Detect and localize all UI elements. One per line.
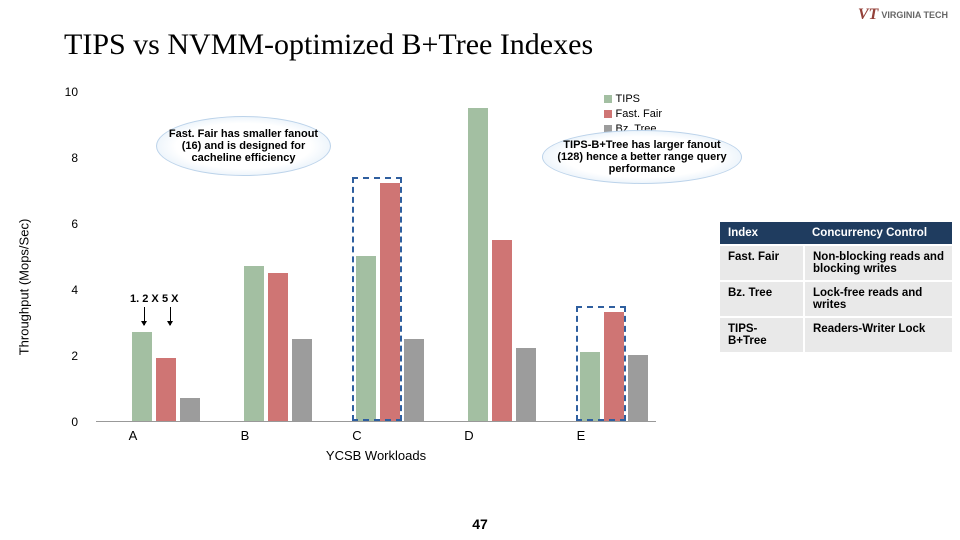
- bar-ff: [268, 273, 288, 422]
- vt-logo-text: VIRGINIA TECH: [881, 10, 948, 20]
- bar-tips: [132, 332, 152, 421]
- y-tick: 6: [71, 217, 78, 231]
- table-row: Fast. Fair Non-blocking reads and blocki…: [720, 245, 952, 281]
- annotation-speedup-1: 1. 2 X: [130, 293, 159, 325]
- concurrency-table: Index Concurrency Control Fast. Fair Non…: [720, 222, 952, 352]
- bar-bz: [628, 355, 648, 421]
- bar-tips: [580, 352, 600, 421]
- bar-bz: [404, 339, 424, 422]
- table-row: Bz. Tree Lock-free reads and writes: [720, 281, 952, 317]
- bar-ff: [492, 240, 512, 422]
- cell: Non-blocking reads and blocking writes: [804, 245, 952, 281]
- callout-fastfair: Fast. Fair has smaller fanout (16) and i…: [156, 116, 331, 176]
- page-number: 47: [472, 516, 488, 532]
- bar-bz: [292, 339, 312, 422]
- y-tick: 4: [71, 283, 78, 297]
- table-row: TIPS-B+Tree Readers-Writer Lock: [720, 317, 952, 352]
- cell: Bz. Tree: [720, 281, 804, 317]
- bar-tips: [468, 108, 488, 422]
- callout-tipsbtree: TIPS-B+Tree has larger fanout (128) henc…: [542, 130, 742, 184]
- bar-tips: [244, 266, 264, 421]
- x-tick-label: B: [200, 428, 290, 443]
- annotation-speedup-2: 5 X: [162, 293, 179, 325]
- vt-logo: VT VIRGINIA TECH: [858, 6, 948, 24]
- cell: TIPS-B+Tree: [720, 317, 804, 352]
- table-head-cc: Concurrency Control: [804, 222, 952, 245]
- x-tick-label: A: [88, 428, 178, 443]
- y-tick: 8: [71, 151, 78, 165]
- cell: Lock-free reads and writes: [804, 281, 952, 317]
- bar-ff: [604, 312, 624, 421]
- x-tick-label: E: [536, 428, 626, 443]
- bar-ff: [156, 358, 176, 421]
- table-head-index: Index: [720, 222, 804, 245]
- bar-bz: [516, 348, 536, 421]
- cell: Fast. Fair: [720, 245, 804, 281]
- y-tick: 0: [71, 415, 78, 429]
- vt-mark-icon: VT: [858, 6, 878, 24]
- x-tick-label: D: [424, 428, 514, 443]
- bar-bz: [180, 398, 200, 421]
- x-tick-label: C: [312, 428, 402, 443]
- slide-title: TIPS vs NVMM-optimized B+Tree Indexes: [64, 28, 593, 62]
- y-axis-label: Throughput (Mops/Sec): [17, 219, 32, 356]
- bar-tips: [356, 256, 376, 421]
- cell: Readers-Writer Lock: [804, 317, 952, 352]
- x-axis-label: YCSB Workloads: [96, 448, 656, 463]
- y-tick: 2: [71, 349, 78, 363]
- bar-ff: [380, 183, 400, 421]
- y-tick: 10: [65, 85, 78, 99]
